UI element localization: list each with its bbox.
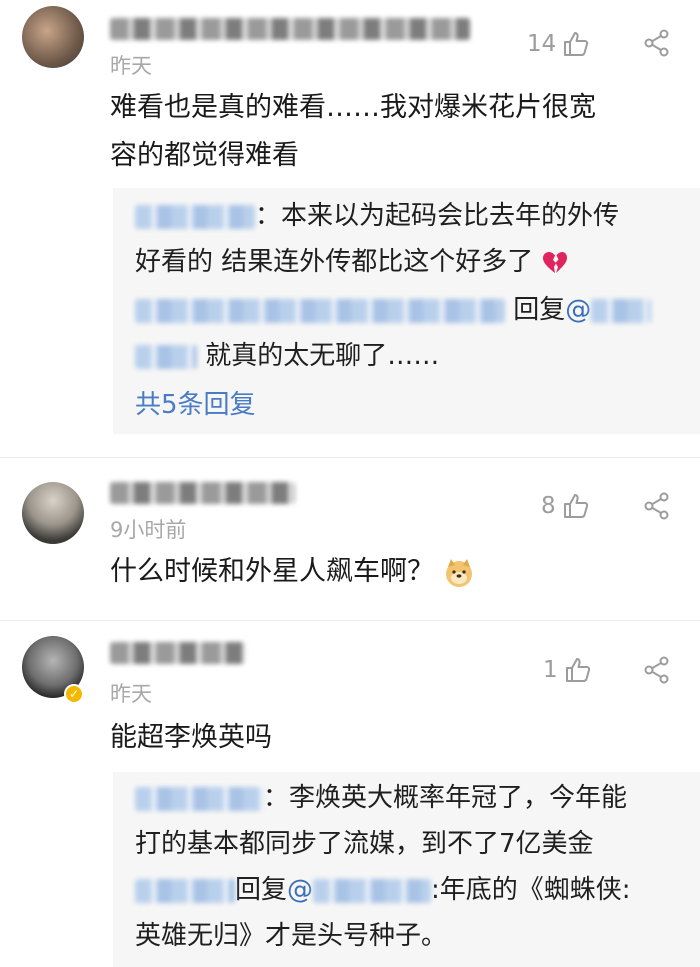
- reply-username[interactable]: [135, 786, 263, 811]
- comment-time: 昨天: [110, 54, 152, 78]
- divider: [0, 620, 700, 621]
- mention-username[interactable]: [591, 298, 652, 323]
- reply-item: 打的基本都同步了流媒，到不了7亿美金: [135, 829, 594, 859]
- doge-emoji: [445, 558, 472, 587]
- comment-item: 昨天 14 难看也是真的难看……我对爆米花片很宽 容的都觉得难看 ：本来以为起码…: [0, 0, 700, 450]
- divider: [0, 457, 700, 458]
- reply-item: ：本来以为起码会比去年的外传: [135, 196, 619, 236]
- comment-item: ✓ 昨天 1 能超李焕英吗 ：李焕英大概率年冠了，今年能 打的基本都同步了流媒，…: [0, 622, 700, 967]
- comment-time: 9小时前: [110, 518, 187, 542]
- like-button[interactable]: 1: [543, 656, 592, 684]
- comment-body: 能超李焕英吗: [110, 714, 670, 762]
- reply-item: 回复@:年底的《蜘蛛侠:: [135, 870, 631, 910]
- like-count: 8: [541, 493, 556, 519]
- username[interactable]: [110, 642, 245, 664]
- comment-body: 难看也是真的难看……我对爆米花片很宽 容的都觉得难看: [110, 84, 670, 180]
- like-button[interactable]: 14: [527, 30, 590, 58]
- reply-username[interactable]: [135, 298, 505, 323]
- username[interactable]: [110, 18, 470, 40]
- reply-item: 就真的太无聊了……: [135, 336, 439, 376]
- view-more-replies-link[interactable]: 共5条回复: [135, 384, 256, 421]
- comment-body-line: 能超李焕英吗: [110, 722, 272, 753]
- avatar[interactable]: [22, 6, 84, 68]
- username[interactable]: [110, 482, 295, 504]
- comment-item: 9小时前 8 什么时候和外星人飙车啊？: [0, 460, 700, 618]
- broken-heart-emoji: [542, 251, 567, 273]
- comment-body: 什么时候和外星人飙车啊？: [110, 548, 670, 596]
- mention-link[interactable]: @: [565, 295, 591, 325]
- avatar[interactable]: [22, 482, 84, 544]
- like-button[interactable]: 8: [541, 492, 590, 520]
- mention-username[interactable]: [313, 878, 432, 903]
- share-icon[interactable]: [643, 656, 671, 684]
- mention-username[interactable]: [135, 344, 197, 369]
- thumbs-up-icon: [565, 658, 590, 682]
- comment-body-line: 容的都觉得难看: [110, 140, 299, 171]
- reply-username[interactable]: [135, 878, 235, 903]
- comment-body-line: 什么时候和外星人飙车啊？: [110, 556, 434, 587]
- reply-item: 好看的 结果连外传都比这个好多了: [135, 242, 568, 282]
- reply-username[interactable]: [135, 204, 255, 229]
- reply-box[interactable]: ：本来以为起码会比去年的外传 好看的 结果连外传都比这个好多了 回复@ 就真的太…: [113, 188, 700, 434]
- share-icon[interactable]: [643, 492, 671, 520]
- comment-time: 昨天: [110, 682, 152, 706]
- thumbs-up-icon: [563, 494, 588, 518]
- reply-box[interactable]: ：李焕英大概率年冠了，今年能 打的基本都同步了流媒，到不了7亿美金 回复@:年底…: [113, 772, 700, 967]
- reply-item: 英雄无归》才是头号种子。: [135, 921, 448, 951]
- reply-item: ：李焕英大概率年冠了，今年能: [135, 778, 627, 818]
- mention-link[interactable]: @: [287, 875, 313, 905]
- like-count: 14: [527, 31, 557, 57]
- thumbs-up-icon: [564, 32, 589, 56]
- reply-item: 回复@: [135, 290, 652, 330]
- like-count: 1: [543, 657, 558, 683]
- comment-body-line: 难看也是真的难看……我对爆米花片很宽: [110, 92, 596, 123]
- share-icon[interactable]: [643, 29, 671, 57]
- verified-badge-icon: ✓: [64, 684, 84, 704]
